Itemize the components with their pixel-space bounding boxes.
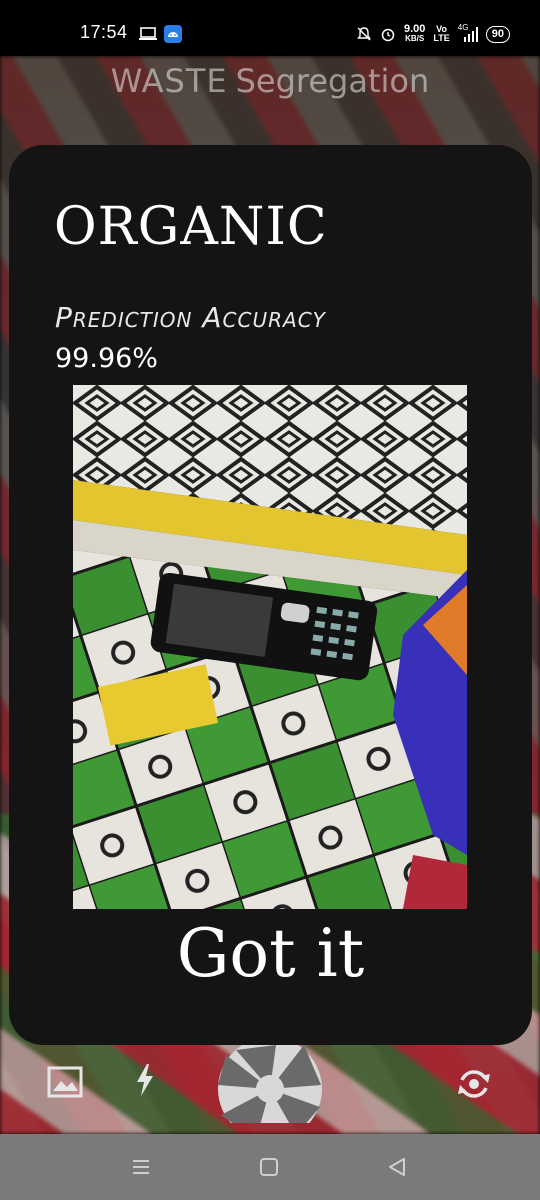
gallery-icon[interactable] [47,1066,83,1098]
alarm-icon [381,28,395,42]
volte-bottom: LTE [433,33,450,43]
volte-indicator: Vo LTE [433,25,449,43]
net-speed: 9.00 KB/S [404,24,425,44]
app-title-segregation: Segregation [235,62,430,100]
back-icon[interactable] [386,1156,408,1178]
android-app-icon [164,25,182,43]
status-time: 17:54 [80,22,128,42]
home-icon[interactable] [260,1158,278,1176]
status-right-cluster: 9.00 KB/S Vo LTE 4G 90 [356,20,510,48]
net-speed-unit: KB/S [405,34,425,43]
battery-indicator: 90 [485,25,510,43]
recents-icon[interactable] [130,1156,152,1178]
shutter-icon[interactable] [216,1045,324,1123]
status-bar: 17:54 9.00 KB/S Vo LTE 4G 90 [0,0,540,56]
mute-bell-icon [357,27,371,41]
accuracy-value: 99.96% [55,343,158,374]
prediction-label: ORGANIC [54,197,328,257]
captured-photo [73,385,467,909]
signal-icon: 4G [458,23,478,43]
accuracy-caption: Prediction Accuracy [55,301,326,334]
got-it-button[interactable]: Got it [9,915,532,992]
flash-icon[interactable] [135,1064,155,1096]
result-dialog: ORGANIC Prediction Accuracy 99.96% Got i… [9,145,532,1045]
switch-camera-icon[interactable] [455,1066,493,1102]
app-title: WASTE Segregation [0,62,540,100]
laptop-icon [139,27,157,40]
navigation-bar [0,1134,540,1200]
app-title-waste: WASTE [110,62,228,100]
